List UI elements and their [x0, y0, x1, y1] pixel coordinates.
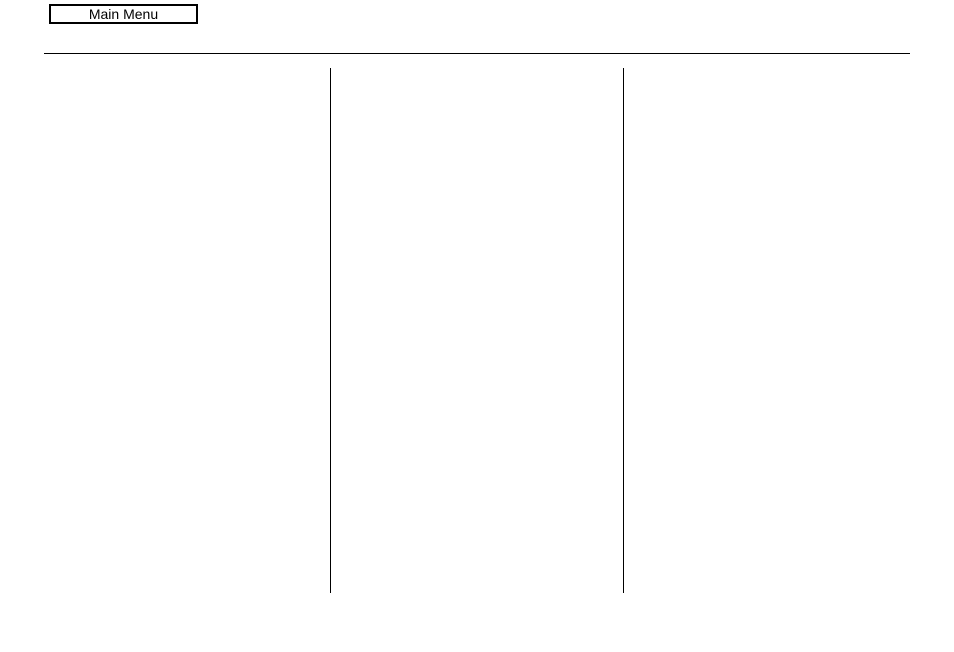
column-middle [330, 68, 624, 593]
content-columns [44, 68, 910, 593]
column-left [44, 68, 330, 593]
main-menu-label: Main Menu [89, 7, 158, 21]
horizontal-divider [44, 53, 910, 54]
main-menu-button[interactable]: Main Menu [49, 4, 198, 24]
column-right [624, 68, 910, 593]
